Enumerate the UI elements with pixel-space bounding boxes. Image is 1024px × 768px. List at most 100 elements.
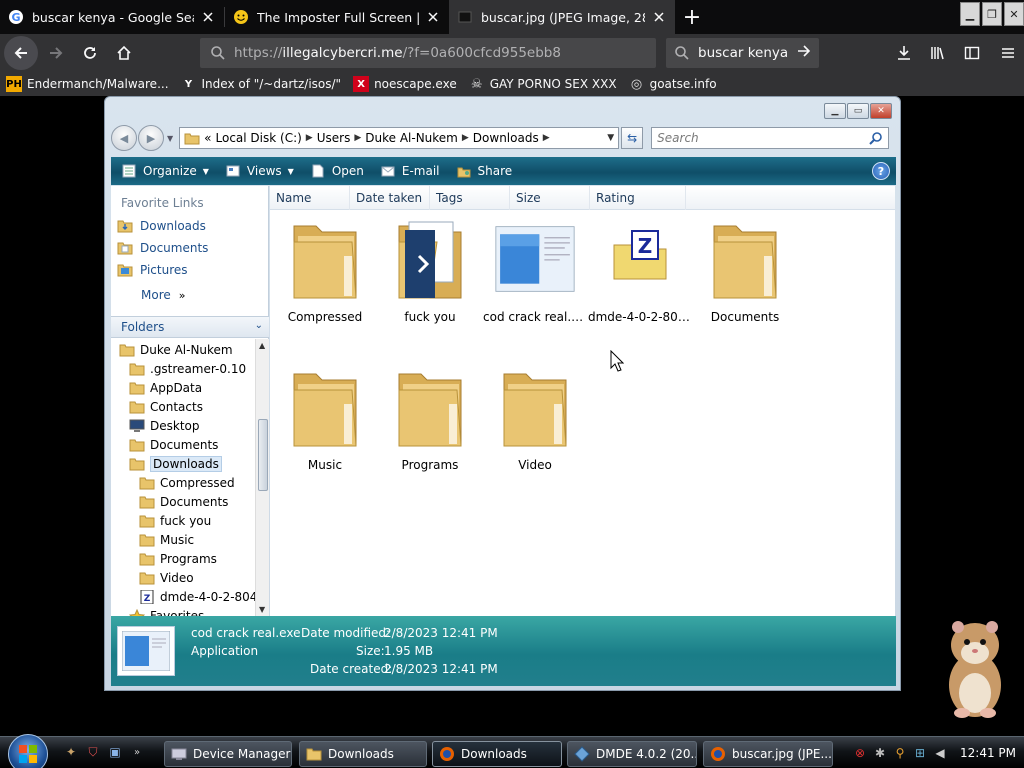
breadcrumb-local-disk[interactable]: Local Disk (C:): [216, 131, 302, 145]
bookmark-dartz-isos[interactable]: Y Index of "/~dartz/isos/": [181, 76, 341, 92]
minimize-button[interactable]: ▁: [960, 2, 980, 26]
taskbar-dmde[interactable]: DMDE 4.0.2 (20...: [567, 741, 697, 767]
quick-launch-shield-icon[interactable]: ⛉: [84, 743, 102, 761]
explorer-maximize-button[interactable]: ▭: [847, 103, 869, 119]
more-link[interactable]: More »: [141, 288, 185, 302]
email-button[interactable]: E-mail: [380, 164, 440, 178]
chevron-right-icon[interactable]: ▶: [306, 133, 313, 143]
favorite-link-documents[interactable]: Documents: [117, 240, 208, 256]
explorer-minimize-button[interactable]: ▁: [824, 103, 846, 119]
tree-item[interactable]: fuck you: [139, 512, 211, 530]
url-bar[interactable]: https://illegalcybercri.me/?f=0a600cfcd9…: [200, 38, 656, 68]
tree-item[interactable]: Documents: [139, 493, 228, 511]
tree-item[interactable]: Contacts: [129, 398, 203, 416]
column-header-name[interactable]: Name: [270, 186, 350, 210]
tree-item[interactable]: AppData: [129, 379, 202, 397]
tree-item[interactable]: Downloads: [129, 455, 222, 473]
close-tab-icon[interactable]: [200, 9, 216, 25]
breadcrumb-user[interactable]: Duke Al-Nukem: [365, 131, 458, 145]
bookmark-endermanch[interactable]: PH Endermanch/Malware...: [6, 76, 169, 92]
column-header-rating[interactable]: Rating: [590, 186, 686, 210]
column-header-size[interactable]: Size: [510, 186, 590, 210]
bookmark-goatse[interactable]: ◎ goatse.info: [629, 76, 717, 92]
close-button[interactable]: ✕: [1004, 2, 1024, 26]
explorer-refresh-button[interactable]: ⇆: [621, 127, 644, 149]
chevron-right-icon[interactable]: ▶: [543, 133, 550, 143]
column-header-tags[interactable]: Tags: [430, 186, 510, 210]
back-button[interactable]: [4, 36, 38, 70]
scroll-down-icon[interactable]: ▼: [259, 605, 265, 614]
close-tab-icon[interactable]: [651, 9, 667, 25]
bookmark-gay-porno[interactable]: ☠ GAY PORNO SEX XXX: [469, 76, 617, 92]
file-item[interactable]: Music: [275, 362, 375, 472]
explorer-forward-button[interactable]: ▶: [138, 125, 164, 151]
menu-button[interactable]: [992, 37, 1024, 69]
open-button[interactable]: Open: [310, 164, 364, 178]
file-item[interactable]: Programs: [380, 362, 480, 472]
file-item[interactable]: Zdmde-4-0-2-804-...: [588, 214, 692, 324]
taskbar-buscar-jpg[interactable]: buscar.jpg (JPE...: [703, 741, 833, 767]
clock[interactable]: 12:41 PM: [960, 746, 1016, 760]
organize-button[interactable]: Organize ▼: [121, 164, 209, 178]
recent-pages-dropdown-icon[interactable]: ▼: [167, 134, 173, 143]
chevron-right-icon[interactable]: ▶: [354, 133, 361, 143]
quick-launch-overflow-icon[interactable]: »: [128, 743, 146, 761]
breadcrumb-downloads[interactable]: Downloads: [473, 131, 539, 145]
reload-button[interactable]: [74, 37, 106, 69]
favorite-link-pictures[interactable]: Pictures: [117, 262, 188, 278]
start-button[interactable]: [8, 734, 48, 768]
breadcrumb-overflow[interactable]: «: [204, 131, 211, 145]
search-tray-icon[interactable]: ⚲: [892, 745, 908, 761]
search-bar[interactable]: buscar kenya: [666, 38, 819, 68]
taskbar-downloads-explorer[interactable]: Downloads: [299, 741, 427, 767]
library-button[interactable]: [922, 37, 954, 69]
tab-google-search[interactable]: G buscar kenya - Google Search: [0, 0, 224, 34]
tools-icon[interactable]: ✱: [872, 745, 888, 761]
search-go-icon[interactable]: [797, 44, 811, 62]
scrollbar-thumb[interactable]: [258, 419, 268, 491]
chevron-right-icon[interactable]: ▶: [462, 133, 469, 143]
quick-launch-app-icon[interactable]: ✦: [62, 743, 80, 761]
home-button[interactable]: [108, 37, 140, 69]
tree-item[interactable]: Programs: [139, 550, 217, 568]
taskbar-device-manager[interactable]: Device Manager: [164, 741, 292, 767]
restore-button[interactable]: ❐: [982, 2, 1002, 26]
scroll-up-icon[interactable]: ▲: [259, 341, 265, 350]
file-item[interactable]: Video: [485, 362, 585, 472]
file-item[interactable]: cod crack real.exe: [483, 214, 587, 324]
forward-button[interactable]: [40, 37, 72, 69]
folder-tree-scrollbar[interactable]: ▲ ▼: [255, 339, 269, 616]
tree-item[interactable]: .gstreamer-0.10: [129, 360, 246, 378]
explorer-search-input[interactable]: Search: [651, 127, 890, 149]
tree-item[interactable]: Desktop: [129, 417, 200, 435]
volume-icon[interactable]: ◀: [932, 745, 948, 761]
tab-buscar-jpg[interactable]: buscar.jpg (JPEG Image, 285 ×: [449, 0, 675, 34]
tree-item[interactable]: Zdmde-4-0-2-804: [139, 588, 256, 606]
tree-item[interactable]: Favorites: [128, 607, 204, 616]
downloads-button[interactable]: [888, 37, 920, 69]
column-header-date-taken[interactable]: Date taken: [350, 186, 430, 210]
tree-item[interactable]: Documents: [129, 436, 218, 454]
breadcrumb-users[interactable]: Users: [317, 131, 351, 145]
help-button[interactable]: ?: [872, 162, 890, 180]
tab-imposter[interactable]: The Imposter Full Screen | Prin: [225, 0, 449, 34]
new-tab-button[interactable]: +: [675, 0, 709, 34]
favorite-link-downloads[interactable]: Downloads: [117, 218, 206, 234]
taskbar-downloads-firefox[interactable]: Downloads: [432, 741, 562, 767]
sidebar-button[interactable]: [956, 37, 988, 69]
explorer-close-button[interactable]: ✕: [870, 103, 892, 119]
security-alert-icon[interactable]: ⊗: [852, 745, 868, 761]
bookmark-noescape[interactable]: X noescape.exe: [353, 76, 457, 92]
explorer-back-button[interactable]: ◀: [111, 125, 137, 151]
address-dropdown-icon[interactable]: ▼: [607, 133, 614, 143]
tree-item[interactable]: Duke Al-Nukem: [119, 341, 233, 359]
folders-header[interactable]: Folders ⌄: [111, 316, 269, 338]
views-button[interactable]: Views ▼: [225, 164, 294, 178]
tree-item[interactable]: Music: [139, 531, 194, 549]
tree-item[interactable]: Video: [139, 569, 194, 587]
file-item[interactable]: fuck you: [380, 214, 480, 324]
close-tab-icon[interactable]: [425, 9, 441, 25]
show-desktop-icon[interactable]: ▣: [106, 743, 124, 761]
tree-item[interactable]: Compressed: [139, 474, 235, 492]
file-item[interactable]: Compressed: [275, 214, 375, 324]
